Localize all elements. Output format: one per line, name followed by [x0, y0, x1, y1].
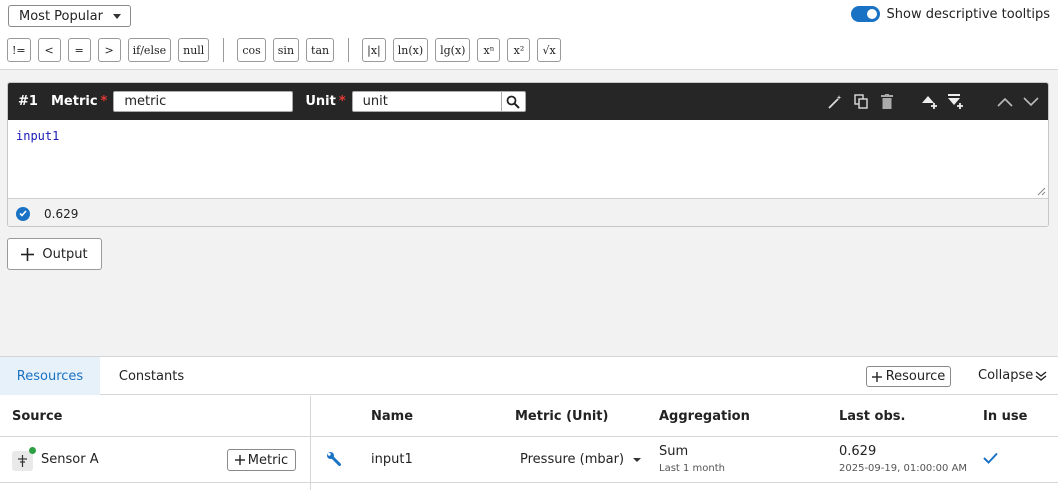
fn-button-lg-x[interactable]: lg(x): [435, 38, 471, 62]
add-output-label: Output: [42, 246, 88, 262]
metric-input[interactable]: metric: [113, 91, 294, 112]
fn-button-if-else[interactable]: if/else: [127, 38, 172, 62]
sensor-icon: [12, 451, 33, 471]
add-metric-label: Metric: [247, 452, 289, 468]
fn-button-square[interactable]: x²: [507, 38, 531, 62]
add-output-button[interactable]: Output: [7, 238, 102, 270]
copy-icon[interactable]: [848, 83, 874, 120]
add-metric-button[interactable]: Metric: [227, 449, 296, 471]
result-value: 0.629: [44, 206, 79, 221]
metric-unit-select[interactable]: Pressure (mbar): [520, 452, 642, 467]
function-buttons: != < = > if/else null cos sin tan |x| ln(x) lg(x) xⁿ…: [7, 38, 568, 62]
wrench-icon[interactable]: [326, 451, 341, 470]
unit-label: Unit: [305, 94, 336, 109]
source-name: Sensor A: [41, 452, 99, 467]
fn-button-ln-x[interactable]: ln(x): [392, 38, 429, 62]
chevron-down-icon: [633, 457, 642, 462]
fn-button-greater-than[interactable]: >: [97, 38, 121, 62]
table-row: Sensor A Metric input1 Pressure (mbar) S…: [0, 437, 1058, 483]
delete-icon[interactable]: [874, 83, 900, 120]
fn-button-sin[interactable]: sin: [272, 38, 300, 62]
metric-unit-value: Pressure (mbar): [520, 452, 625, 467]
plus-icon: [234, 455, 245, 465]
fn-button-power[interactable]: xⁿ: [477, 38, 501, 62]
formula-header: #1 Metric * metric Unit * unit: [8, 83, 1048, 120]
formula-card: #1 Metric * metric Unit * unit input1 0.…: [7, 82, 1049, 227]
panel-tabs: Resources Constants Resource Collapse: [0, 357, 1058, 395]
preset-select-value: Most Popular: [19, 8, 103, 24]
formula-actions: [822, 83, 1048, 120]
last-obs-value: 0.629: [839, 444, 877, 459]
status-online-badge: [29, 447, 36, 454]
chevron-down-icon[interactable]: [1018, 83, 1044, 120]
column-source: Source: [12, 409, 63, 424]
collapse-label: Collapse: [978, 368, 1034, 383]
chevron-up-icon[interactable]: [992, 83, 1018, 120]
toolbar-separator: [348, 38, 350, 62]
tooltip-toggle-label: Show descriptive tooltips: [886, 6, 1050, 22]
unit-input-value: unit: [362, 94, 388, 109]
aggregation-period: Last 1 month: [659, 463, 726, 474]
fn-button-cos[interactable]: cos: [237, 38, 266, 62]
plus-icon: [21, 247, 35, 261]
column-name: Name: [371, 409, 414, 424]
result-bar: 0.629: [8, 199, 1048, 226]
magic-wand-icon[interactable]: [822, 83, 848, 120]
tooltip-toggle[interactable]: Show descriptive tooltips: [850, 6, 1050, 22]
expression-editor[interactable]: input1: [8, 120, 1048, 199]
metric-label: Metric: [51, 94, 98, 109]
fn-button-less-than[interactable]: <: [37, 38, 61, 62]
resources-panel: Resources Constants Resource Collapse So…: [0, 356, 1058, 490]
unit-input[interactable]: unit: [351, 91, 526, 112]
column-aggregation: Aggregation: [659, 409, 750, 424]
preset-select[interactable]: Most Popular: [8, 5, 131, 27]
insert-above-icon[interactable]: [916, 83, 942, 120]
required-marker: *: [100, 94, 108, 109]
check-circle-icon: [16, 206, 30, 221]
fn-button-not-equal[interactable]: !=: [7, 38, 31, 62]
formula-number: #1: [18, 94, 38, 109]
required-marker: *: [338, 94, 346, 109]
fn-button-abs[interactable]: |x|: [362, 38, 386, 62]
add-resource-button[interactable]: Resource: [866, 366, 951, 387]
toggle-switch[interactable]: [850, 6, 880, 22]
collapse-button[interactable]: Collapse: [978, 368, 1047, 383]
toolbar-separator: [223, 38, 225, 62]
chevron-down-icon: [113, 14, 121, 19]
add-resource-label: Resource: [885, 369, 946, 384]
resize-handle-icon[interactable]: [1037, 187, 1046, 196]
tab-constants[interactable]: Constants: [100, 357, 203, 395]
plus-icon: [871, 371, 882, 382]
tab-resources[interactable]: Resources: [0, 357, 100, 395]
resource-name[interactable]: input1: [371, 452, 413, 467]
expression-text: input1: [16, 129, 60, 143]
fn-button-sqrt[interactable]: √x: [537, 38, 561, 62]
last-obs-time: 2025-09-19, 01:00:00 AM: [839, 463, 968, 474]
column-metric-unit: Metric (Unit): [515, 409, 609, 424]
double-chevron-down-icon: [1035, 370, 1047, 381]
fn-button-tan[interactable]: tan: [306, 38, 335, 62]
fn-button-equal[interactable]: =: [67, 38, 91, 62]
fn-button-null[interactable]: null: [178, 38, 210, 62]
aggregation-value[interactable]: Sum: [659, 444, 688, 459]
formula-toolbar: Most Popular Show descriptive tooltips !…: [0, 0, 1058, 70]
in-use-check-icon[interactable]: [983, 452, 998, 468]
column-in-use: In use: [983, 409, 1028, 424]
table-header: Source Name Metric (Unit) Aggregation La…: [0, 395, 1058, 437]
search-icon[interactable]: [500, 92, 525, 111]
insert-below-icon[interactable]: [942, 83, 968, 120]
column-last-obs: Last obs.: [839, 409, 906, 424]
